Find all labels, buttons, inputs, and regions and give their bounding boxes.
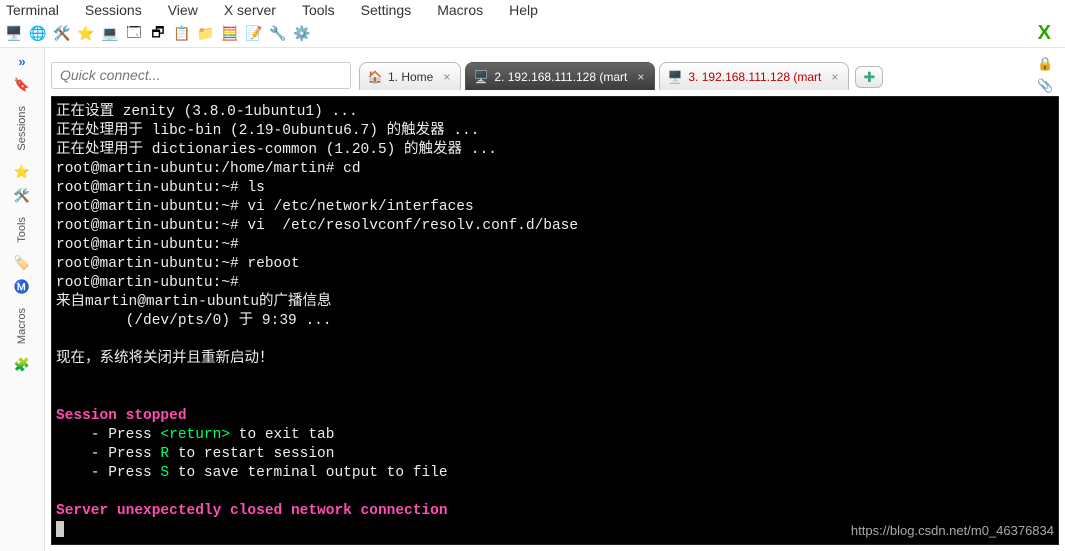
- menu-bar: Terminal Sessions View X server Tools Se…: [0, 0, 1065, 20]
- menu-terminal[interactable]: Terminal: [6, 2, 59, 18]
- tab-label: 2. 192.168.111.128 (mart: [494, 70, 627, 84]
- menu-tools[interactable]: Tools: [302, 2, 335, 18]
- left-dock: » 🔖 Sessions ⭐ 🛠️ Tools 🏷️ Ⓜ️ Macros 🧩: [0, 48, 45, 551]
- tab-close-icon[interactable]: ×: [637, 70, 644, 84]
- tab-home[interactable]: 🏠 1. Home ×: [359, 62, 461, 90]
- menu-view[interactable]: View: [168, 2, 198, 18]
- tab-strip: 🏠 1. Home × 🖥️ 2. 192.168.111.128 (mart …: [359, 60, 1029, 90]
- folder-icon[interactable]: 📁: [196, 24, 216, 44]
- terminal-pane[interactable]: 正在设置 zenity (3.8.0-1ubuntu1) ... 正在处理用于 …: [51, 96, 1059, 545]
- expand-icon[interactable]: »: [13, 52, 31, 70]
- cursor-block: [56, 521, 64, 537]
- hammer-icon[interactable]: 🛠️: [52, 24, 72, 44]
- home-icon: 🏠: [368, 70, 382, 84]
- paperclip-icon[interactable]: 📎: [1037, 78, 1055, 96]
- menu-macros[interactable]: Macros: [437, 2, 483, 18]
- dock-tools-label[interactable]: Tools: [16, 217, 28, 243]
- close-icon[interactable]: X: [1038, 22, 1051, 45]
- quick-connect-input[interactable]: [51, 62, 351, 89]
- tile-icon[interactable]: 🗗: [148, 24, 168, 44]
- terminal-output: 正在设置 zenity (3.8.0-1ubuntu1) ... 正在处理用于 …: [52, 103, 1052, 542]
- menu-xserver[interactable]: X server: [224, 2, 276, 18]
- tab-bar-row: 🏠 1. Home × 🖥️ 2. 192.168.111.128 (mart …: [45, 48, 1065, 96]
- terminal-tab-icon: 🖥️: [474, 70, 488, 84]
- tab-session-1[interactable]: 🖥️ 2. 192.168.111.128 (mart ×: [465, 62, 655, 90]
- bookmark-icon[interactable]: 🔖: [13, 76, 31, 94]
- dock-sessions-label[interactable]: Sessions: [16, 106, 28, 151]
- tab-label: 3. 192.168.111.128 (mart: [688, 70, 821, 84]
- star-dock-icon[interactable]: ⭐: [13, 163, 31, 181]
- note-icon[interactable]: 📋: [172, 24, 192, 44]
- menu-help[interactable]: Help: [509, 2, 538, 18]
- monitor-icon[interactable]: 💻: [100, 24, 120, 44]
- right-tool-icons: 🔒 📎: [1031, 54, 1059, 96]
- menu-sessions[interactable]: Sessions: [85, 2, 142, 18]
- calc-icon[interactable]: 🧮: [220, 24, 240, 44]
- session-stopped-line: Session stopped: [56, 408, 187, 424]
- terminal-tab-icon: 🖥️: [668, 70, 682, 84]
- edit-icon[interactable]: 📝: [244, 24, 264, 44]
- tab-close-icon[interactable]: ×: [443, 70, 450, 84]
- lock-icon[interactable]: 🔒: [1037, 56, 1055, 74]
- wrench-icon[interactable]: 🔧: [268, 24, 288, 44]
- split-dock-icon[interactable]: 🧩: [13, 356, 31, 374]
- error-line: Server unexpectedly closed network conne…: [56, 503, 448, 519]
- dock-macros-label[interactable]: Macros: [16, 308, 28, 344]
- tag-dock-icon[interactable]: 🏷️: [13, 254, 31, 272]
- globe-icon[interactable]: 🌐: [28, 24, 48, 44]
- new-tab-button[interactable]: ✚: [855, 66, 883, 88]
- gear-icon[interactable]: ⚙️: [292, 24, 312, 44]
- tab-session-2[interactable]: 🖥️ 3. 192.168.111.128 (mart ×: [659, 62, 849, 90]
- terminal-icon[interactable]: 🖥️: [4, 24, 24, 44]
- tab-close-icon[interactable]: ×: [831, 70, 838, 84]
- menu-settings[interactable]: Settings: [361, 2, 412, 18]
- star-icon[interactable]: ⭐: [76, 24, 96, 44]
- macros-dock-icon[interactable]: Ⓜ️: [13, 278, 31, 296]
- tab-label: 1. Home: [388, 70, 433, 84]
- tools-dock-icon[interactable]: 🛠️: [13, 187, 31, 205]
- cascade-icon[interactable]: 🗔: [124, 24, 144, 44]
- toolbar: 🖥️ 🌐 🛠️ ⭐ 💻 🗔 🗗 📋 📁 🧮 📝 🔧 ⚙️ X: [0, 20, 1065, 48]
